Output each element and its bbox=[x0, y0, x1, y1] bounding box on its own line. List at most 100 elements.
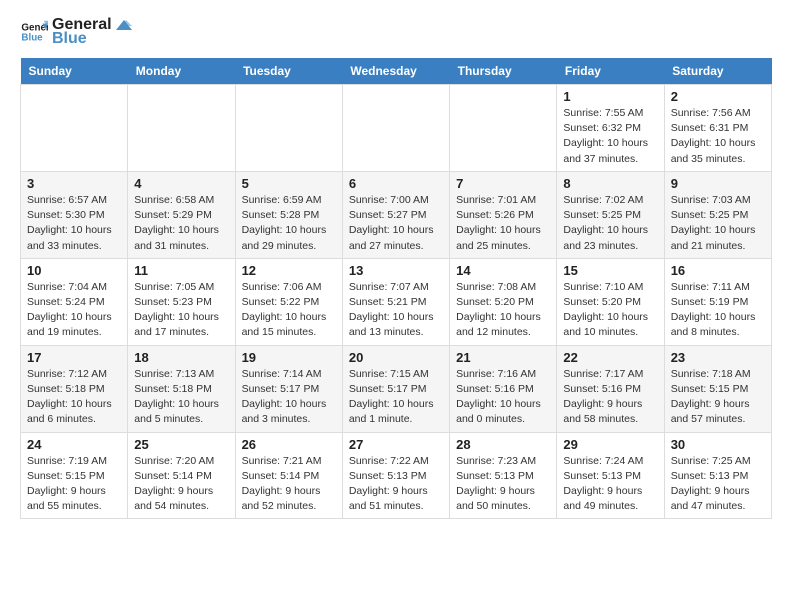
calendar-cell: 17 Sunrise: 7:12 AMSunset: 5:18 PMDayligh… bbox=[21, 345, 128, 432]
calendar-cell: 9 Sunrise: 7:03 AMSunset: 5:25 PMDaylight… bbox=[664, 171, 771, 258]
day-number: 3 bbox=[27, 176, 121, 191]
days-header-row: SundayMondayTuesdayWednesdayThursdayFrid… bbox=[21, 58, 772, 85]
day-info: Sunrise: 7:55 AMSunset: 6:32 PMDaylight:… bbox=[563, 106, 657, 167]
day-info: Sunrise: 7:23 AMSunset: 5:13 PMDaylight:… bbox=[456, 454, 550, 515]
logo-icon: General Blue bbox=[20, 18, 48, 46]
calendar-cell bbox=[342, 85, 449, 172]
day-info: Sunrise: 7:20 AMSunset: 5:14 PMDaylight:… bbox=[134, 454, 228, 515]
calendar-cell: 10 Sunrise: 7:04 AMSunset: 5:24 PMDayligh… bbox=[21, 258, 128, 345]
day-number: 6 bbox=[349, 176, 443, 191]
day-info: Sunrise: 7:21 AMSunset: 5:14 PMDaylight:… bbox=[242, 454, 336, 515]
calendar-cell: 21 Sunrise: 7:16 AMSunset: 5:16 PMDayligh… bbox=[450, 345, 557, 432]
day-info: Sunrise: 7:05 AMSunset: 5:23 PMDaylight:… bbox=[134, 280, 228, 341]
day-number: 10 bbox=[27, 263, 121, 278]
day-number: 7 bbox=[456, 176, 550, 191]
calendar-cell: 8 Sunrise: 7:02 AMSunset: 5:25 PMDaylight… bbox=[557, 171, 664, 258]
day-info: Sunrise: 7:19 AMSunset: 5:15 PMDaylight:… bbox=[27, 454, 121, 515]
day-info: Sunrise: 7:22 AMSunset: 5:13 PMDaylight:… bbox=[349, 454, 443, 515]
calendar-cell: 15Sunrise: 7:10 AMSunset: 5:20 PMDayligh… bbox=[557, 258, 664, 345]
calendar-cell bbox=[21, 85, 128, 172]
day-of-week-header: Tuesday bbox=[235, 58, 342, 85]
day-number: 27 bbox=[349, 437, 443, 452]
logo-triangle-icon bbox=[114, 16, 132, 34]
calendar-cell: 7 Sunrise: 7:01 AMSunset: 5:26 PMDaylight… bbox=[450, 171, 557, 258]
day-info: Sunrise: 6:59 AMSunset: 5:28 PMDaylight:… bbox=[242, 193, 336, 254]
day-number: 8 bbox=[563, 176, 657, 191]
calendar-cell: 26 Sunrise: 7:21 AMSunset: 5:14 PMDayligh… bbox=[235, 432, 342, 519]
day-of-week-header: Wednesday bbox=[342, 58, 449, 85]
calendar-cell: 13 Sunrise: 7:07 AMSunset: 5:21 PMDayligh… bbox=[342, 258, 449, 345]
day-number: 23 bbox=[671, 350, 765, 365]
day-number: 25 bbox=[134, 437, 228, 452]
day-number: 19 bbox=[242, 350, 336, 365]
day-number: 22 bbox=[563, 350, 657, 365]
day-info: Sunrise: 7:13 AMSunset: 5:18 PMDaylight:… bbox=[134, 367, 228, 428]
day-number: 30 bbox=[671, 437, 765, 452]
day-info: Sunrise: 7:16 AMSunset: 5:16 PMDaylight:… bbox=[456, 367, 550, 428]
day-info: Sunrise: 7:11 AMSunset: 5:19 PMDaylight:… bbox=[671, 280, 765, 341]
calendar-cell: 5 Sunrise: 6:59 AMSunset: 5:28 PMDaylight… bbox=[235, 171, 342, 258]
day-info: Sunrise: 7:15 AMSunset: 5:17 PMDaylight:… bbox=[349, 367, 443, 428]
day-info: Sunrise: 7:12 AMSunset: 5:18 PMDaylight:… bbox=[27, 367, 121, 428]
day-info: Sunrise: 7:10 AMSunset: 5:20 PMDaylight:… bbox=[563, 280, 657, 341]
day-info: Sunrise: 6:57 AMSunset: 5:30 PMDaylight:… bbox=[27, 193, 121, 254]
calendar-cell: 18 Sunrise: 7:13 AMSunset: 5:18 PMDayligh… bbox=[128, 345, 235, 432]
day-number: 21 bbox=[456, 350, 550, 365]
day-number: 11 bbox=[134, 263, 228, 278]
calendar-cell bbox=[128, 85, 235, 172]
day-number: 14 bbox=[456, 263, 550, 278]
day-of-week-header: Friday bbox=[557, 58, 664, 85]
calendar-cell: 3 Sunrise: 6:57 AMSunset: 5:30 PMDaylight… bbox=[21, 171, 128, 258]
day-of-week-header: Sunday bbox=[21, 58, 128, 85]
calendar-cell: 30Sunrise: 7:25 AMSunset: 5:13 PMDayligh… bbox=[664, 432, 771, 519]
day-number: 17 bbox=[27, 350, 121, 365]
calendar-cell: 25 Sunrise: 7:20 AMSunset: 5:14 PMDayligh… bbox=[128, 432, 235, 519]
day-number: 9 bbox=[671, 176, 765, 191]
day-info: Sunrise: 7:18 AMSunset: 5:15 PMDaylight:… bbox=[671, 367, 765, 428]
day-number: 12 bbox=[242, 263, 336, 278]
day-info: Sunrise: 7:07 AMSunset: 5:21 PMDaylight:… bbox=[349, 280, 443, 341]
day-info: Sunrise: 7:04 AMSunset: 5:24 PMDaylight:… bbox=[27, 280, 121, 341]
calendar-cell: 14 Sunrise: 7:08 AMSunset: 5:20 PMDayligh… bbox=[450, 258, 557, 345]
calendar-cell: 29Sunrise: 7:24 AMSunset: 5:13 PMDayligh… bbox=[557, 432, 664, 519]
page-header: General Blue General Blue bbox=[20, 16, 772, 48]
calendar-cell: 4 Sunrise: 6:58 AMSunset: 5:29 PMDaylight… bbox=[128, 171, 235, 258]
calendar-cell: 20Sunrise: 7:15 AMSunset: 5:17 PMDayligh… bbox=[342, 345, 449, 432]
logo: General Blue General Blue bbox=[20, 16, 132, 48]
day-info: Sunrise: 7:14 AMSunset: 5:17 PMDaylight:… bbox=[242, 367, 336, 428]
calendar-body: 1Sunrise: 7:55 AMSunset: 6:32 PMDaylight… bbox=[21, 85, 772, 519]
day-info: Sunrise: 7:00 AMSunset: 5:27 PMDaylight:… bbox=[349, 193, 443, 254]
calendar-table: SundayMondayTuesdayWednesdayThursdayFrid… bbox=[20, 58, 772, 519]
day-number: 2 bbox=[671, 89, 765, 104]
calendar-cell: 12Sunrise: 7:06 AMSunset: 5:22 PMDayligh… bbox=[235, 258, 342, 345]
day-info: Sunrise: 7:17 AMSunset: 5:16 PMDaylight:… bbox=[563, 367, 657, 428]
calendar-cell bbox=[450, 85, 557, 172]
day-number: 26 bbox=[242, 437, 336, 452]
calendar-cell: 24 Sunrise: 7:19 AMSunset: 5:15 PMDayligh… bbox=[21, 432, 128, 519]
day-number: 5 bbox=[242, 176, 336, 191]
calendar-cell: 27 Sunrise: 7:22 AMSunset: 5:13 PMDayligh… bbox=[342, 432, 449, 519]
calendar-cell: 16 Sunrise: 7:11 AMSunset: 5:19 PMDayligh… bbox=[664, 258, 771, 345]
calendar-header: SundayMondayTuesdayWednesdayThursdayFrid… bbox=[21, 58, 772, 85]
day-info: Sunrise: 7:02 AMSunset: 5:25 PMDaylight:… bbox=[563, 193, 657, 254]
calendar-cell: 22 Sunrise: 7:17 AMSunset: 5:16 PMDayligh… bbox=[557, 345, 664, 432]
day-info: Sunrise: 7:03 AMSunset: 5:25 PMDaylight:… bbox=[671, 193, 765, 254]
day-of-week-header: Saturday bbox=[664, 58, 771, 85]
day-number: 18 bbox=[134, 350, 228, 365]
day-of-week-header: Thursday bbox=[450, 58, 557, 85]
day-number: 28 bbox=[456, 437, 550, 452]
calendar-cell: 2Sunrise: 7:56 AMSunset: 6:31 PMDaylight… bbox=[664, 85, 771, 172]
day-number: 13 bbox=[349, 263, 443, 278]
calendar-week-row: 24 Sunrise: 7:19 AMSunset: 5:15 PMDayligh… bbox=[21, 432, 772, 519]
day-number: 4 bbox=[134, 176, 228, 191]
calendar-cell: 19 Sunrise: 7:14 AMSunset: 5:17 PMDayligh… bbox=[235, 345, 342, 432]
day-number: 29 bbox=[563, 437, 657, 452]
calendar-week-row: 10 Sunrise: 7:04 AMSunset: 5:24 PMDayligh… bbox=[21, 258, 772, 345]
day-number: 24 bbox=[27, 437, 121, 452]
svg-text:Blue: Blue bbox=[21, 32, 43, 43]
day-info: Sunrise: 7:01 AMSunset: 5:26 PMDaylight:… bbox=[456, 193, 550, 254]
day-info: Sunrise: 7:08 AMSunset: 5:20 PMDaylight:… bbox=[456, 280, 550, 341]
day-info: Sunrise: 6:58 AMSunset: 5:29 PMDaylight:… bbox=[134, 193, 228, 254]
day-number: 16 bbox=[671, 263, 765, 278]
calendar-cell: 11 Sunrise: 7:05 AMSunset: 5:23 PMDayligh… bbox=[128, 258, 235, 345]
